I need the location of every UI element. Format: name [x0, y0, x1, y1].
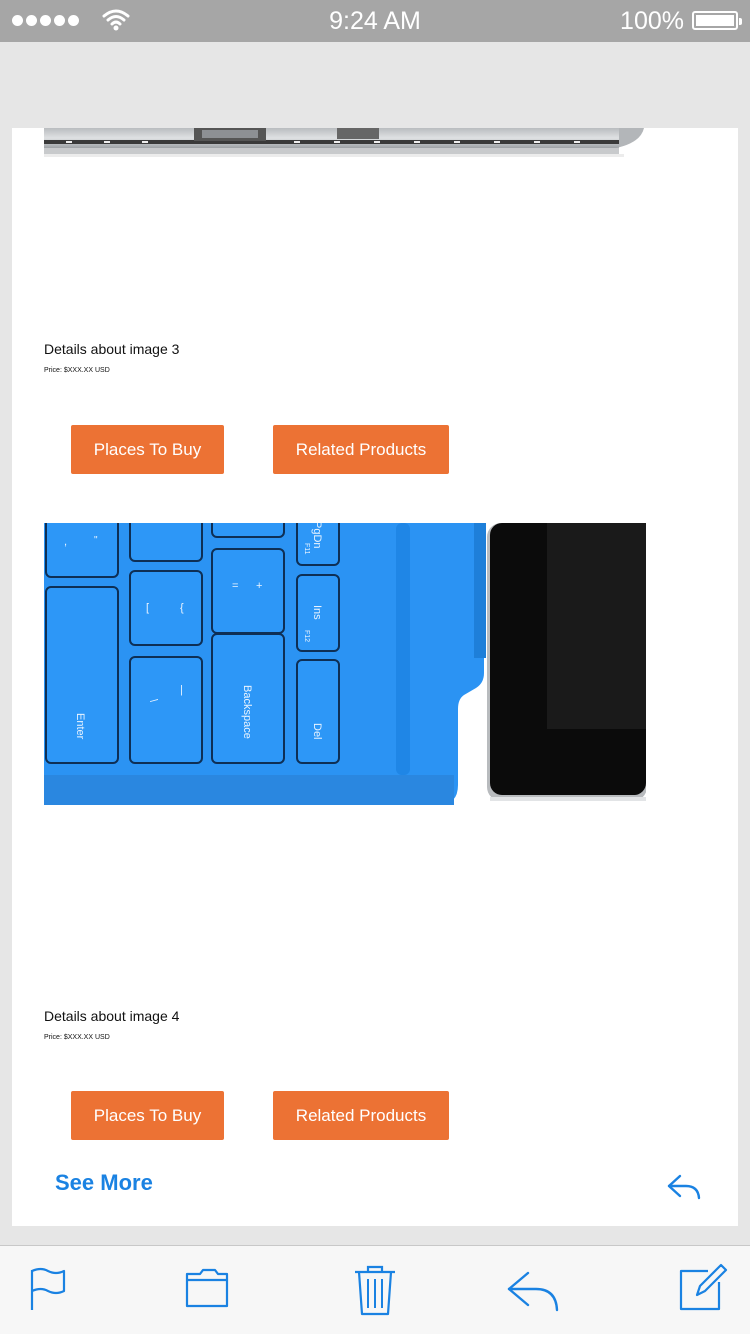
svg-text:+: +	[256, 580, 262, 592]
compose-icon[interactable]	[678, 1263, 728, 1313]
product-price: Price: $XXX.XX USD	[44, 367, 110, 374]
key-label-del: Del	[311, 723, 323, 740]
product-details: Details about image 3	[44, 341, 180, 357]
folder-icon[interactable]	[184, 1266, 230, 1310]
battery-icon	[692, 11, 742, 30]
product-price: Price: $XXX.XX USD	[44, 1034, 110, 1041]
key-label-enter: Enter	[74, 713, 86, 740]
reply-icon[interactable]	[506, 1270, 560, 1312]
see-more-link[interactable]: See More	[55, 1170, 153, 1196]
key-label-f11: F11	[303, 543, 310, 555]
svg-text:": "	[94, 535, 98, 546]
reply-icon[interactable]	[666, 1172, 702, 1202]
product-details: Details about image 4	[44, 1008, 180, 1024]
related-products-button[interactable]: Related Products	[273, 1091, 449, 1140]
svg-text:{: {	[180, 602, 184, 614]
svg-text:[: [	[146, 602, 149, 614]
places-to-buy-button[interactable]: Places To Buy	[71, 1091, 224, 1140]
svg-text:|: |	[180, 684, 183, 696]
email-body[interactable]: Details about image 3 Price: $XXX.XX USD…	[12, 128, 738, 1226]
key-label-f12: F12	[303, 630, 310, 642]
battery-percentage: 100%	[620, 7, 684, 35]
places-to-buy-button[interactable]: Places To Buy	[71, 425, 224, 474]
key-label-ins: Ins	[311, 605, 323, 620]
key-label-pgdn: PgDn	[311, 523, 323, 549]
product-image-4: , " [ { = + \ | PgDn F11 Ins F12 Backspa…	[44, 523, 646, 808]
related-products-button[interactable]: Related Products	[273, 425, 449, 474]
flag-icon[interactable]	[28, 1266, 68, 1312]
svg-text:=: =	[232, 580, 238, 592]
svg-text:,: ,	[64, 536, 67, 548]
key-label-backspace: Backspace	[241, 685, 253, 739]
product-image-3	[44, 128, 646, 160]
status-bar: 9:24 AM 100%	[0, 0, 750, 42]
trash-icon[interactable]	[354, 1264, 396, 1316]
bottom-toolbar	[0, 1245, 750, 1334]
